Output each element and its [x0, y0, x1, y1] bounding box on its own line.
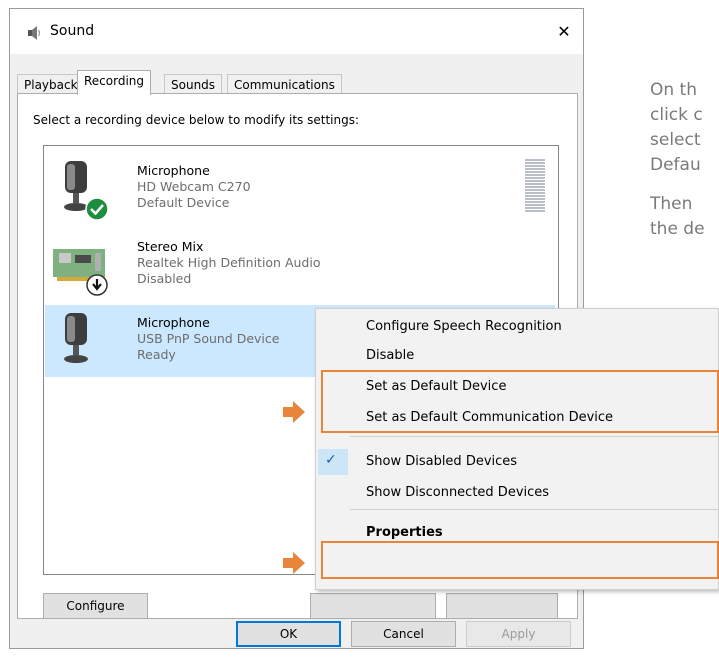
- device-model: Realtek High Definition Audio: [137, 255, 321, 270]
- cancel-button[interactable]: Cancel: [351, 621, 456, 647]
- side-line: select: [650, 130, 701, 150]
- list-item[interactable]: Microphone HD Webcam C270 Default Device: [45, 153, 555, 225]
- side-line: the de: [650, 219, 705, 239]
- device-status: Disabled: [137, 271, 192, 286]
- tab-playback[interactable]: Playback: [17, 74, 85, 94]
- menu-item-disable[interactable]: Disable: [366, 348, 414, 363]
- device-info: Microphone USB PnP Sound Device Ready: [137, 315, 279, 363]
- device-name: Microphone: [137, 163, 210, 178]
- apply-button[interactable]: Apply: [466, 621, 571, 647]
- device-status: Default Device: [137, 195, 230, 210]
- highlight-box-properties: [321, 541, 719, 579]
- side-line: On th: [650, 80, 697, 100]
- checkmark-icon: ✓: [325, 452, 337, 468]
- close-button[interactable]: ✕: [551, 19, 577, 45]
- disabled-arrow-icon: [86, 274, 108, 296]
- device-status: Ready: [137, 347, 176, 362]
- ok-button[interactable]: OK: [236, 621, 341, 647]
- default-check-icon: [85, 197, 109, 221]
- device-model: HD Webcam C270: [137, 179, 251, 194]
- properties-button[interactable]: [446, 593, 558, 619]
- configure-button[interactable]: Configure: [43, 593, 148, 619]
- menu-separator: [350, 436, 718, 437]
- menu-separator: [350, 509, 718, 510]
- side-line: Defau: [650, 155, 701, 175]
- orange-arrow-icon: [283, 401, 305, 423]
- side-line: Then: [650, 194, 693, 214]
- tab-sounds[interactable]: Sounds: [164, 74, 223, 94]
- side-line: click c: [650, 105, 703, 125]
- tab-communications[interactable]: Communications: [227, 74, 342, 94]
- close-icon: ✕: [557, 22, 571, 41]
- speaker-icon: [28, 26, 41, 40]
- device-name: Microphone: [137, 315, 210, 330]
- menu-item-show-disconnected[interactable]: Show Disconnected Devices: [366, 485, 549, 500]
- list-item[interactable]: Stereo Mix Realtek High Definition Audio…: [45, 229, 555, 301]
- level-meter: [525, 159, 545, 213]
- highlight-box-default: [321, 370, 719, 433]
- microphone-icon: [64, 313, 88, 363]
- side-instructions: On th click c select Defau Then the de: [650, 78, 719, 256]
- orange-arrow-icon: [283, 552, 305, 574]
- title-bar[interactable]: Sound ✕: [10, 9, 583, 54]
- menu-item-properties[interactable]: Properties: [366, 525, 443, 540]
- device-info: Microphone HD Webcam C270 Default Device: [137, 163, 251, 211]
- device-info: Stereo Mix Realtek High Definition Audio…: [137, 239, 320, 287]
- set-default-button[interactable]: [310, 593, 436, 619]
- menu-item-show-disabled[interactable]: Show Disabled Devices: [366, 454, 517, 469]
- device-name: Stereo Mix: [137, 239, 204, 254]
- instruction-text: Select a recording device below to modif…: [33, 113, 360, 127]
- tab-recording[interactable]: Recording: [77, 70, 152, 95]
- device-model: USB PnP Sound Device: [137, 331, 280, 346]
- window-title: Sound: [50, 23, 95, 39]
- menu-item-configure-speech[interactable]: Configure Speech Recognition: [366, 319, 562, 334]
